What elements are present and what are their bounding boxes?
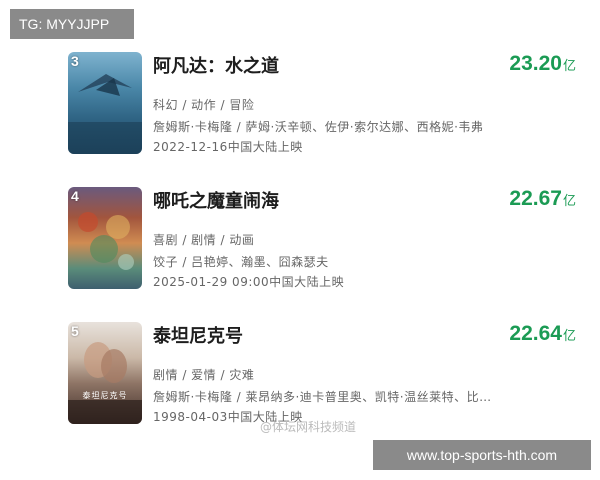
website-tag: www.top-sports-hth.com [373,440,591,470]
movie-title[interactable]: 泰坦尼克号 [153,322,243,348]
movie-genres: 喜剧 / 剧情 / 动画 [153,233,255,247]
rank-badge: 5 [71,323,79,339]
movie-release: 2022-12-16中国大陆上映 [153,140,303,154]
source-watermark: @体坛网科技频道 [260,420,357,434]
movie-card-titanic[interactable]: 5 泰坦尼克号 泰坦尼克号 22.64亿 剧情 / 爱情 / 灾难 詹姆斯·卡梅… [68,322,588,427]
rank-badge: 4 [71,188,79,204]
box-office: 22.64亿 [509,322,576,346]
movie-cast: 詹姆斯·卡梅隆 / 莱昂纳多·迪卡普里奥、凯特·温丝莱特、比… [153,390,492,404]
movie-genres: 剧情 / 爱情 / 灾难 [153,368,255,382]
movie-genres: 科幻 / 动作 / 冒险 [153,98,255,112]
movie-cast: 詹姆斯·卡梅隆 / 萨姆·沃辛顿、佐伊·索尔达娜、西格妮·韦弗 [153,120,484,134]
box-office-unit: 亿 [562,328,576,343]
tg-handle-tag: TG: MYYJJPP [10,9,134,39]
movie-title[interactable]: 阿凡达：水之道 [153,52,279,78]
movie-release: 2025-01-29 09:00中国大陆上映 [153,275,345,289]
movie-card-nezha[interactable]: 4 哪吒之魔童闹海 22.67亿 喜剧 / 剧情 / 动画 饺子 / 吕艳婷、瀚… [68,187,588,292]
box-office: 23.20亿 [509,52,576,76]
movie-card-avatar[interactable]: 3 阿凡达：水之道 23.20亿 科幻 / 动作 / 冒险 詹姆斯·卡梅隆 / … [68,52,588,157]
box-office-unit: 亿 [562,58,576,73]
movie-poster[interactable]: 4 [68,187,142,289]
movie-poster[interactable]: 3 [68,52,142,154]
box-office-value: 22.64 [509,322,562,345]
poster-title-text: 泰坦尼克号 [82,391,128,400]
box-office-value: 23.20 [509,52,562,75]
movie-title[interactable]: 哪吒之魔童闹海 [153,187,279,213]
movie-poster[interactable]: 5 泰坦尼克号 [68,322,142,424]
box-office-value: 22.67 [509,187,562,210]
movie-cast: 饺子 / 吕艳婷、瀚墨、囧森瑟夫 [153,255,329,269]
box-office: 22.67亿 [509,187,576,211]
rank-badge: 3 [71,53,79,69]
box-office-unit: 亿 [562,193,576,208]
